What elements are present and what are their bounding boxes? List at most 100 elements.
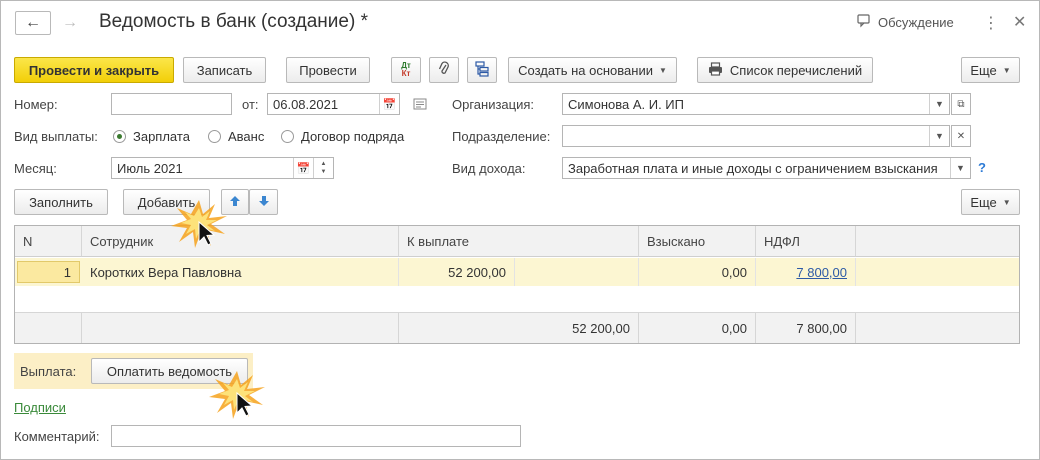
division-label: Подразделение: [452, 129, 551, 144]
back-button[interactable]: ← [15, 11, 51, 35]
radio-advance-label[interactable]: Аванс [228, 129, 264, 144]
printer-icon [708, 61, 723, 79]
dropdown-arrow-icon[interactable]: ▼ [929, 126, 949, 146]
row-ndfl[interactable]: 7 800,00 [756, 258, 856, 286]
close-icon[interactable]: ✕ [1013, 12, 1026, 32]
column-header-to-pay[interactable]: К выплате [399, 226, 639, 257]
dropdown-arrow-icon[interactable]: ▼ [950, 158, 970, 178]
more-button[interactable]: Еще ▼ [961, 57, 1020, 83]
payment-type-label: Вид выплаты: [14, 129, 98, 144]
dropdown-arrow-icon: ▼ [658, 65, 667, 75]
row-employee[interactable]: Коротких Вера Павловна [82, 258, 399, 286]
row-collected[interactable]: 0,00 [639, 258, 756, 286]
comment-input[interactable] [111, 425, 521, 447]
create-based-on-button[interactable]: Создать на основании ▼ [508, 57, 677, 83]
dropdown-arrow-icon: ▼ [1002, 197, 1011, 207]
calendar-icon[interactable]: 📅 [379, 94, 399, 114]
totals-blank-n [15, 313, 82, 343]
structure-button[interactable] [467, 57, 497, 83]
save-button[interactable]: Записать [183, 57, 266, 83]
row-to-pay[interactable]: 52 200,00 [399, 258, 515, 286]
total-ndfl: 7 800,00 [756, 313, 856, 343]
number-label: Номер: [14, 97, 58, 112]
fill-button[interactable]: Заполнить [14, 189, 108, 215]
ndfl-link[interactable]: 7 800,00 [796, 265, 847, 280]
help-icon[interactable]: ? [978, 160, 986, 175]
employees-table: N Сотрудник К выплате Взыскано НДФЛ 1 Ко… [14, 225, 1020, 344]
dropdown-arrow-icon: ▼ [1002, 65, 1011, 75]
spin-down-icon[interactable]: ▼ [321, 168, 327, 176]
column-header-collected[interactable]: Взыскано [639, 226, 756, 257]
number-input[interactable] [111, 93, 232, 115]
hierarchy-icon [474, 60, 490, 80]
open-organization-button[interactable]: ⧉ [951, 93, 971, 115]
document-window: ← → Ведомость в банк (создание) * Обсужд… [0, 0, 1040, 460]
click-highlight-cursor [207, 369, 269, 424]
click-highlight-cursor [169, 198, 231, 253]
chat-icon [857, 14, 872, 31]
date-value: 06.08.2021 [273, 96, 339, 112]
division-input[interactable]: ▼ [562, 125, 950, 147]
radio-contract-label[interactable]: Договор подряда [301, 129, 404, 144]
clear-division-button[interactable]: ✕ [951, 125, 971, 147]
month-input[interactable]: Июль 2021 📅 ▲ ▼ [111, 157, 334, 179]
radio-salary[interactable] [113, 130, 126, 143]
total-to-pay: 52 200,00 [399, 313, 639, 343]
totals-blank-employee [82, 313, 399, 343]
create-based-on-label: Создать на основании [518, 62, 653, 78]
post-and-close-button[interactable]: Провести и закрыть [14, 57, 174, 83]
window-title: Ведомость в банк (создание) * [99, 11, 368, 32]
transfer-list-button[interactable]: Список перечислений [697, 57, 873, 83]
organization-value: Симонова А. И. ИП [568, 96, 684, 112]
total-collected: 0,00 [639, 313, 756, 343]
spin-up-icon[interactable]: ▲ [321, 160, 327, 168]
organization-label: Организация: [452, 97, 535, 112]
radio-salary-label[interactable]: Зарплата [133, 129, 190, 144]
arrow-right-icon: → [62, 14, 78, 31]
table-totals-row: 52 200,00 0,00 7 800,00 [15, 312, 1019, 343]
arrow-down-icon [258, 195, 270, 210]
comment-label: Комментарий: [14, 429, 100, 444]
table-more-button[interactable]: Еще ▼ [961, 189, 1020, 215]
income-type-value: Заработная плата и иные доходы с огранич… [568, 160, 938, 176]
forward-button[interactable]: → [53, 11, 87, 35]
dt-kt-button[interactable]: Дт Кт [391, 57, 421, 83]
dt-kt-icon: Дт Кт [401, 61, 411, 78]
attach-button[interactable] [429, 57, 459, 83]
row-number[interactable]: 1 [17, 261, 80, 283]
clear-icon: ✕ [956, 130, 966, 142]
month-label: Месяц: [14, 161, 57, 176]
column-header-ndfl[interactable]: НДФЛ [756, 226, 856, 257]
signatures-link[interactable]: Подписи [14, 400, 66, 415]
table-row[interactable]: 1 Коротких Вера Павловна 52 200,00 0,00 … [15, 258, 1019, 286]
radio-contract[interactable] [281, 130, 294, 143]
post-button[interactable]: Провести [286, 57, 370, 83]
open-icon: ⧉ [957, 98, 965, 110]
income-type-input[interactable]: Заработная плата и иные доходы с огранич… [562, 157, 971, 179]
kebab-menu-icon[interactable]: ⋮ [983, 13, 999, 33]
calendar-icon[interactable]: 📅 [293, 158, 313, 178]
notes-icon[interactable] [413, 98, 427, 113]
arrow-left-icon: ← [25, 14, 41, 31]
column-header-empty [856, 226, 1019, 257]
table-more-label: Еще [970, 194, 997, 210]
column-header-n[interactable]: N [15, 226, 82, 257]
payment-label: Выплата: [20, 364, 77, 379]
date-from-label: от: [242, 97, 259, 112]
month-value: Июль 2021 [117, 160, 183, 176]
transfer-list-label: Список перечислений [729, 62, 863, 78]
discussion-button[interactable]: Обсуждение [857, 14, 954, 31]
move-down-button[interactable] [249, 189, 278, 215]
more-label: Еще [970, 62, 997, 78]
column-header-employee[interactable]: Сотрудник [82, 226, 399, 257]
row-blank [515, 258, 639, 286]
organization-input[interactable]: Симонова А. И. ИП ▼ [562, 93, 950, 115]
discussion-label: Обсуждение [878, 15, 954, 30]
date-input[interactable]: 06.08.2021 📅 [267, 93, 400, 115]
income-type-label: Вид дохода: [452, 161, 526, 176]
row-tail [856, 258, 1019, 286]
month-spinner[interactable]: ▲ ▼ [313, 158, 333, 178]
dropdown-arrow-icon[interactable]: ▼ [929, 94, 949, 114]
radio-advance[interactable] [208, 130, 221, 143]
paperclip-icon [438, 60, 450, 80]
